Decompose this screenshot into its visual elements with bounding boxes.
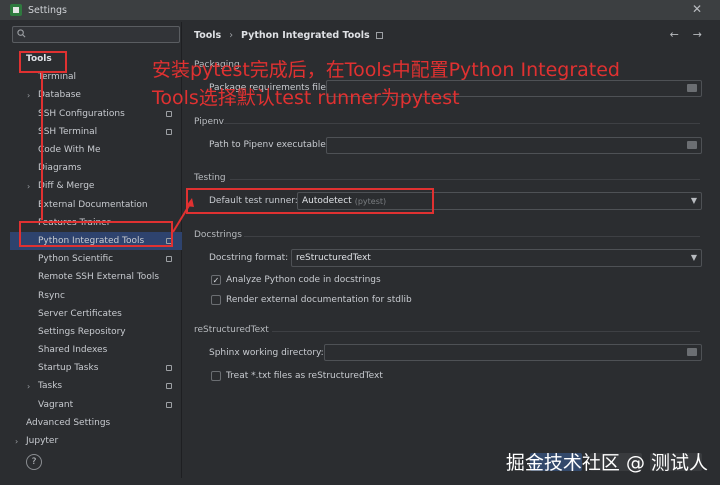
- annotation-text: 安装pytest完成后，在Tools中配置Python Integrated T…: [152, 59, 620, 109]
- watermark: 掘金技术社区 @ 测试人: [505, 452, 708, 474]
